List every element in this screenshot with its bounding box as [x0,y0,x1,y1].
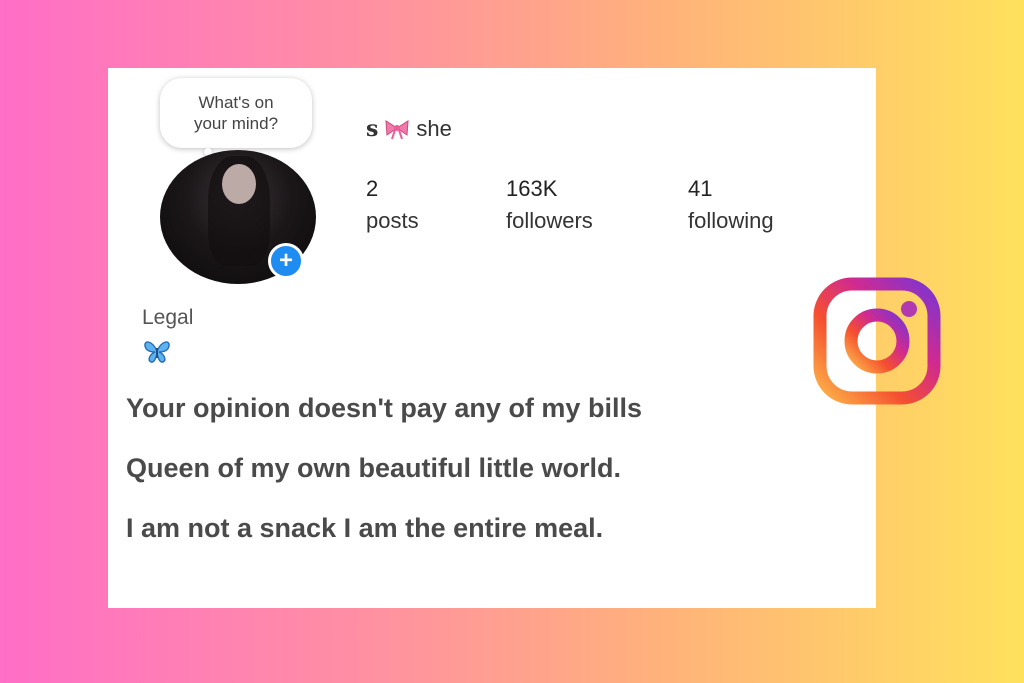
stat-posts[interactable]: 2 posts [366,176,419,234]
stat-followers-count: 163K [506,176,558,201]
instagram-logo-icon [813,277,941,405]
stat-following[interactable]: 41 following [688,176,774,234]
note-bubble-line-2: your mind? [193,114,279,133]
profile-card: What's on your mind? + s she 2 posts 163… [108,68,876,608]
profile-name-text: she [416,116,452,141]
pink-bow-icon [385,120,409,140]
stat-posts-count: 2 [366,176,379,201]
stat-followers[interactable]: 163K followers [506,176,593,234]
bio-quote-3: I am not a snack I am the entire meal. [126,513,604,543]
stat-following-label: following [688,208,774,233]
stat-posts-label: posts [366,208,419,233]
add-story-button[interactable]: + [268,243,304,279]
profile-name: s she [366,116,452,142]
stat-following-count: 41 [688,176,713,201]
stat-followers-label: followers [506,208,593,233]
profile-name-letter: s [366,116,379,142]
bio-quote-2: Queen of my own beautiful little world. [126,453,622,483]
avatar-face [222,164,256,204]
bio-category: Legal [142,306,194,329]
bio-quote-1: Your opinion doesn't pay any of my bills [126,393,642,423]
note-bubble-line-1: What's on [198,93,274,112]
butterfly-icon [144,341,170,363]
note-bubble[interactable]: What's on your mind? [160,78,312,148]
